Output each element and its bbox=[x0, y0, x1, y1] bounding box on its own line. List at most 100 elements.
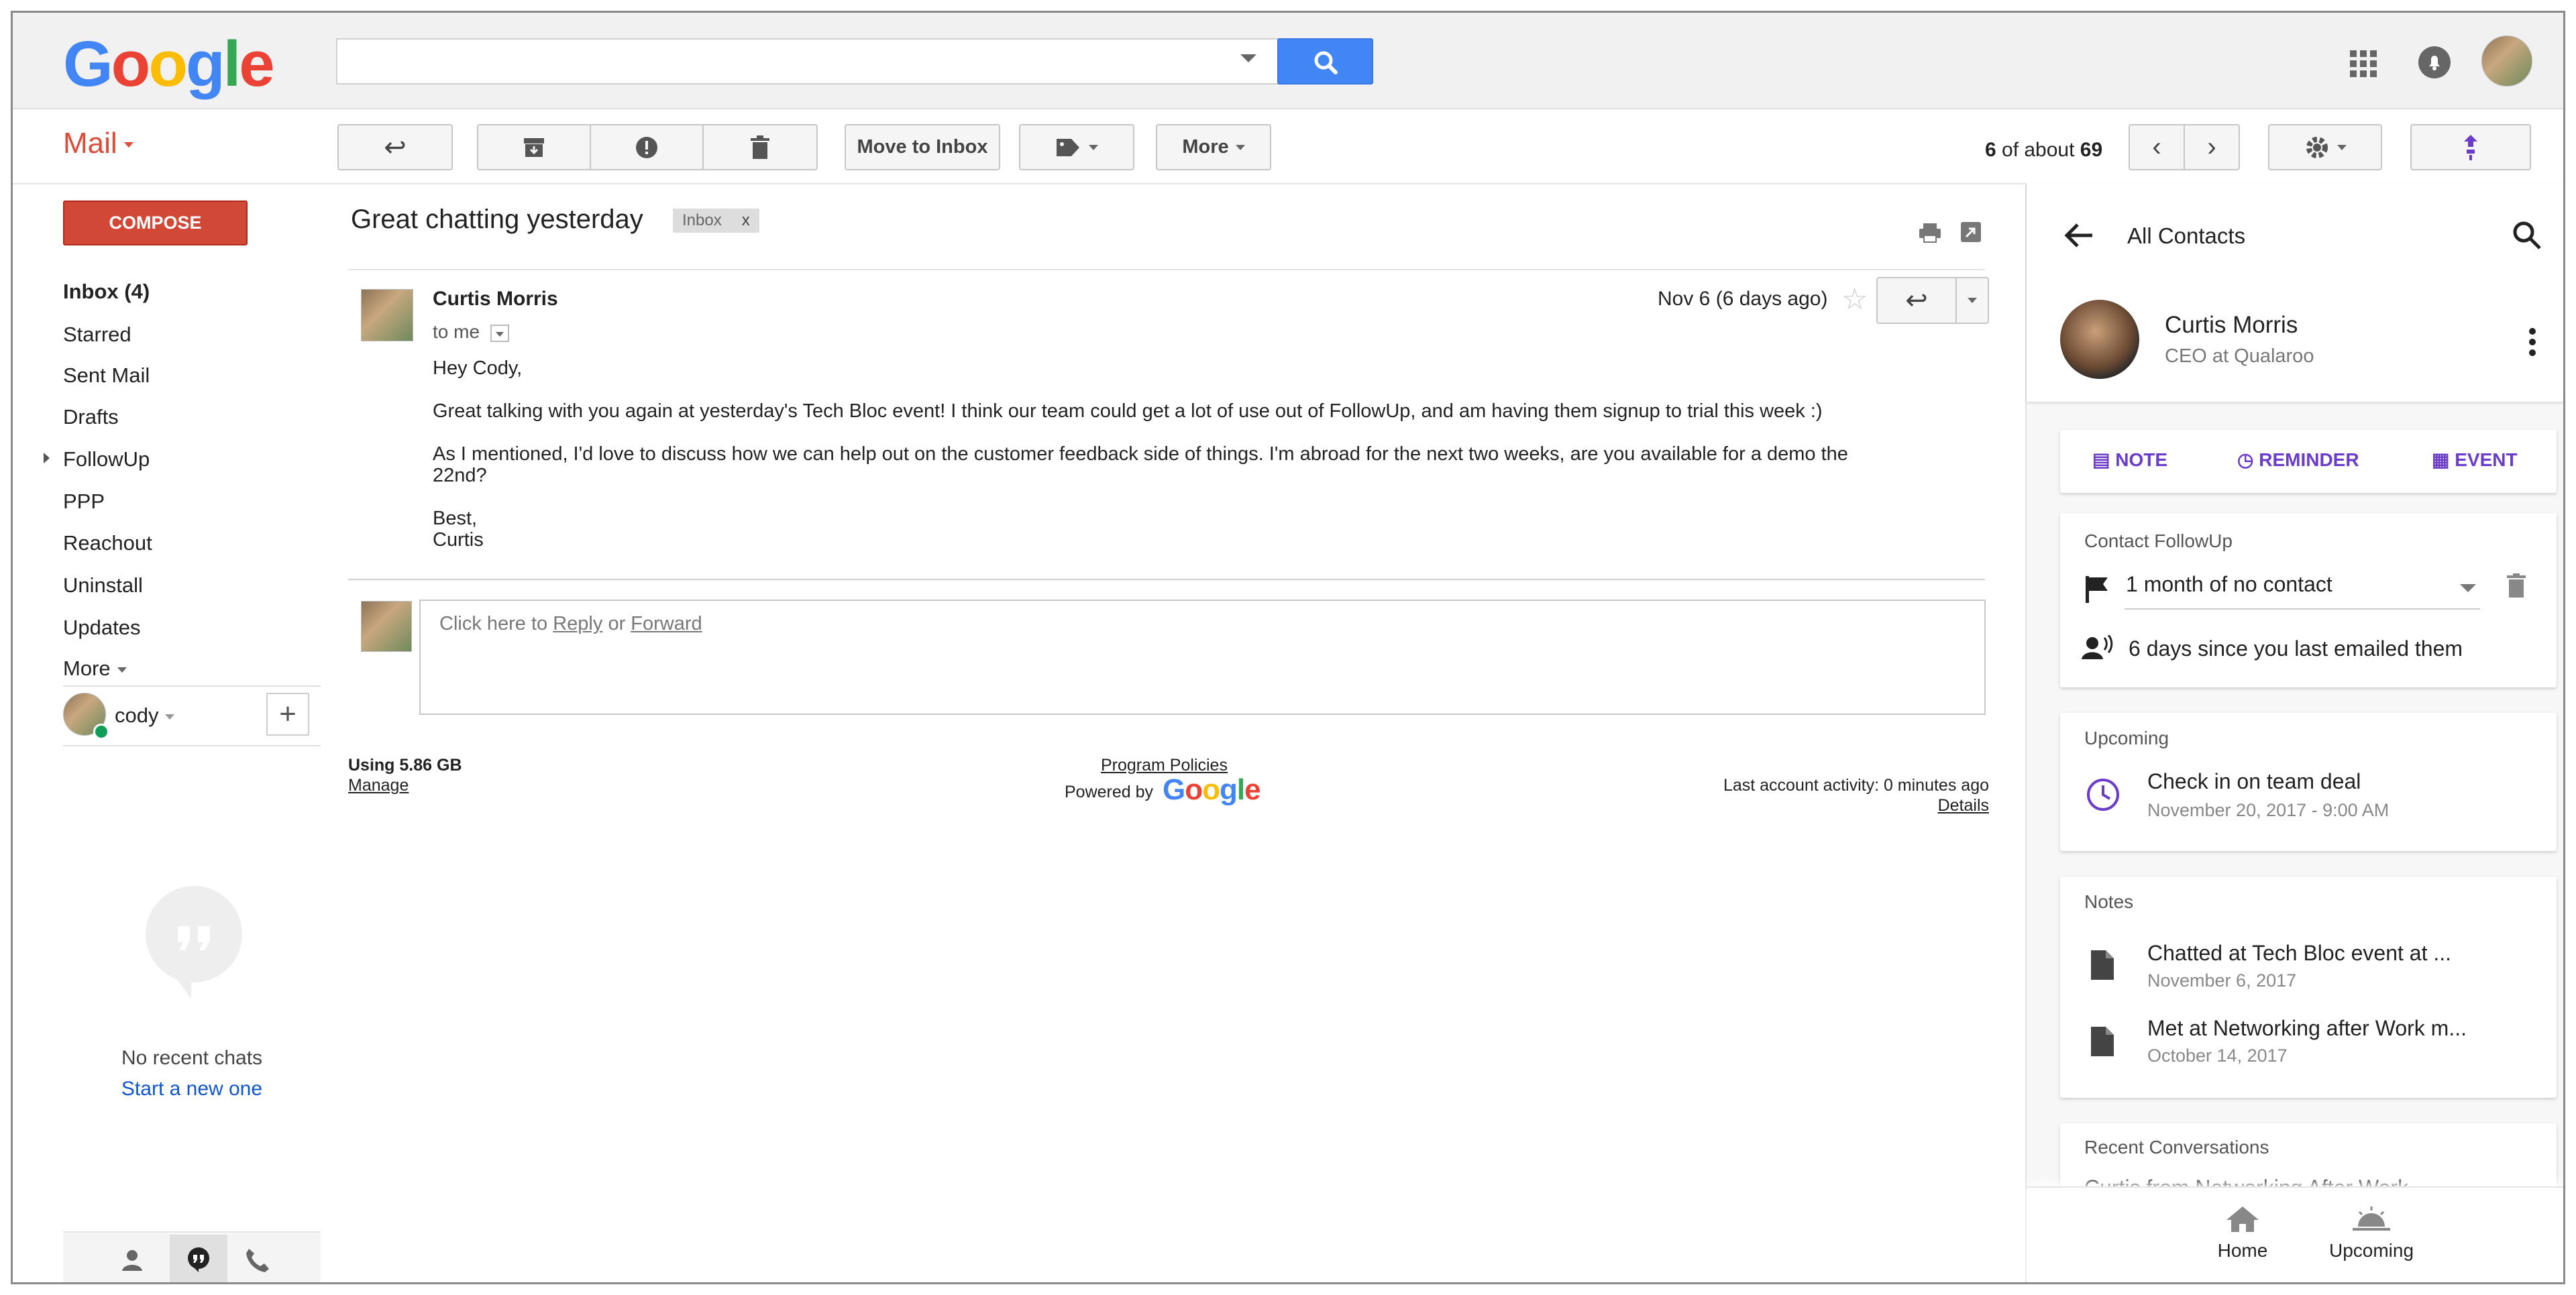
person-voice-icon bbox=[2082, 635, 2113, 659]
details-dropdown-icon[interactable] bbox=[490, 324, 509, 342]
chevron-left-icon: ‹ bbox=[2152, 132, 2161, 162]
back-to-inbox-button[interactable]: ↩ bbox=[337, 124, 453, 170]
new-window-icon[interactable] bbox=[1960, 221, 1982, 243]
trash-icon[interactable] bbox=[2507, 573, 2526, 598]
settings-button[interactable] bbox=[2268, 124, 2382, 170]
archive-button[interactable] bbox=[477, 124, 591, 170]
add-note-label: NOTE bbox=[2115, 449, 2168, 470]
search-input[interactable] bbox=[336, 38, 1279, 85]
inbox-label-chip[interactable]: Inbox x bbox=[673, 209, 759, 233]
chat-account-menu[interactable]: cody bbox=[115, 703, 175, 728]
nav-upcoming[interactable]: Upcoming bbox=[2314, 1240, 2429, 1261]
add-reminder-button[interactable]: ◷ REMINDER bbox=[2237, 449, 2359, 471]
chevron-down-icon bbox=[123, 142, 133, 148]
report-spam-button[interactable] bbox=[590, 124, 704, 170]
pagination-of: of about bbox=[1996, 139, 2080, 161]
move-to-inbox-button[interactable]: Move to Inbox bbox=[845, 124, 1000, 170]
compose-button[interactable]: COMPOSE bbox=[63, 201, 248, 245]
chevron-down-icon[interactable] bbox=[2460, 584, 2476, 592]
sidebar-item-sent-mail[interactable]: Sent Mail bbox=[63, 363, 150, 388]
recipient-details[interactable]: to me bbox=[433, 321, 509, 343]
reply-box[interactable]: Click here to Reply or Forward bbox=[419, 600, 1986, 715]
delete-button[interactable] bbox=[702, 124, 818, 170]
search-button[interactable] bbox=[1277, 38, 1373, 85]
no-recent-chats: No recent chats bbox=[121, 1047, 263, 1069]
note-icon: ▤ bbox=[2092, 449, 2110, 470]
older-button[interactable]: › bbox=[2184, 124, 2240, 170]
powered-by-google-logo: Google bbox=[1163, 773, 1261, 806]
person-icon[interactable] bbox=[120, 1248, 144, 1272]
add-chat-button[interactable]: + bbox=[266, 693, 309, 736]
chevron-down-icon bbox=[1235, 144, 1245, 150]
add-note-button[interactable]: ▤ NOTE bbox=[2092, 449, 2167, 471]
star-icon[interactable]: ☆ bbox=[1841, 282, 1868, 317]
manage-storage-link[interactable]: Manage bbox=[348, 776, 409, 795]
print-icon[interactable] bbox=[1918, 222, 1942, 243]
inbox-label-text: Inbox bbox=[682, 211, 722, 229]
forward-link[interactable]: Forward bbox=[631, 613, 702, 634]
google-logo[interactable]: Google bbox=[63, 27, 275, 101]
upcoming-item-title[interactable]: Check in on team deal bbox=[2147, 769, 2361, 794]
sidebar-item-inbox[interactable]: Inbox (4) bbox=[63, 280, 150, 304]
search-icon bbox=[1314, 51, 1338, 74]
sidebar-item-ppp[interactable]: PPP bbox=[63, 490, 105, 514]
sidebar-item-drafts[interactable]: Drafts bbox=[63, 405, 119, 429]
toolbar-row: Mail ↩ Move to Inbox More 6 of about 69 … bbox=[13, 109, 2563, 184]
search-options-caret-icon[interactable] bbox=[1240, 54, 1256, 62]
reply-link[interactable]: Reply bbox=[553, 613, 602, 634]
search-icon[interactable] bbox=[2512, 221, 2542, 250]
divider bbox=[63, 1231, 321, 1233]
activity-details-link[interactable]: Details bbox=[1938, 796, 1989, 815]
hangouts-tab[interactable] bbox=[170, 1235, 227, 1282]
sidebar-item-uninstall[interactable]: Uninstall bbox=[63, 573, 143, 598]
sidebar-item-followup[interactable]: FollowUp bbox=[63, 447, 150, 471]
sidebar-item-reachout[interactable]: Reachout bbox=[63, 531, 152, 555]
kebab-menu-icon[interactable] bbox=[2527, 327, 2538, 357]
home-icon[interactable] bbox=[2225, 1205, 2260, 1233]
start-new-chat-link[interactable]: Start a new one bbox=[63, 1078, 321, 1101]
more-actions-button[interactable]: More bbox=[1156, 124, 1271, 170]
nav-home[interactable]: Home bbox=[2200, 1240, 2286, 1261]
reply-options-button[interactable] bbox=[1955, 277, 1989, 324]
add-event-button[interactable]: ▦ EVENT bbox=[2432, 449, 2518, 471]
sunrise-icon[interactable] bbox=[2351, 1205, 2392, 1232]
reminder-clock-icon bbox=[2087, 779, 2119, 811]
labels-button[interactable] bbox=[1019, 124, 1134, 170]
email-date: Nov 6 (6 days ago) bbox=[1658, 288, 1828, 310]
account-avatar[interactable] bbox=[2481, 36, 2532, 87]
email-signoff: Best, bbox=[433, 508, 478, 529]
flag-icon bbox=[2086, 576, 2108, 603]
gear-icon bbox=[2306, 136, 2328, 158]
phone-icon[interactable] bbox=[244, 1247, 270, 1274]
notifications-icon[interactable] bbox=[2417, 45, 2452, 80]
contact-avatar bbox=[2060, 300, 2139, 379]
contact-followup-title: Contact FollowUp bbox=[2084, 530, 2233, 551]
mail-menu[interactable]: Mail bbox=[63, 127, 133, 160]
sidebar-more[interactable]: More bbox=[63, 657, 127, 681]
program-policies-link[interactable]: Program Policies bbox=[1101, 756, 1228, 775]
followup-toggle-button[interactable] bbox=[2410, 124, 2531, 170]
remove-label-button[interactable]: x bbox=[742, 211, 750, 230]
arrow-left-icon[interactable] bbox=[2064, 222, 2094, 249]
sender-avatar[interactable] bbox=[361, 289, 413, 341]
sidebar-item-starred[interactable]: Starred bbox=[63, 323, 131, 347]
alert-icon bbox=[636, 136, 657, 158]
note-item-title[interactable]: Met at Networking after Work m... bbox=[2147, 1016, 2467, 1041]
apps-grid-icon[interactable] bbox=[2347, 48, 2379, 80]
trash-icon bbox=[751, 135, 769, 159]
archive-icon bbox=[524, 137, 544, 157]
activity-details: Details bbox=[1489, 796, 1989, 815]
sender-name[interactable]: Curtis Morris bbox=[433, 288, 558, 311]
reply-button[interactable]: ↩ bbox=[1876, 277, 1957, 324]
note-item-title[interactable]: Chatted at Tech Bloc event at ... bbox=[2147, 941, 2451, 966]
upcoming-title: Upcoming bbox=[2084, 728, 2169, 748]
followup-rule-select[interactable]: 1 month of no contact bbox=[2126, 572, 2332, 597]
sidebar-item-updates[interactable]: Updates bbox=[63, 616, 140, 640]
select-underline bbox=[2125, 608, 2480, 610]
arrow-left-icon: ↩ bbox=[384, 132, 407, 162]
label-tag-icon bbox=[1057, 138, 1079, 156]
contact-name: Curtis Morris bbox=[2165, 312, 2298, 338]
online-status-icon bbox=[93, 724, 109, 740]
expand-arrow-icon[interactable] bbox=[44, 453, 50, 463]
newer-button[interactable]: ‹ bbox=[2129, 124, 2185, 170]
